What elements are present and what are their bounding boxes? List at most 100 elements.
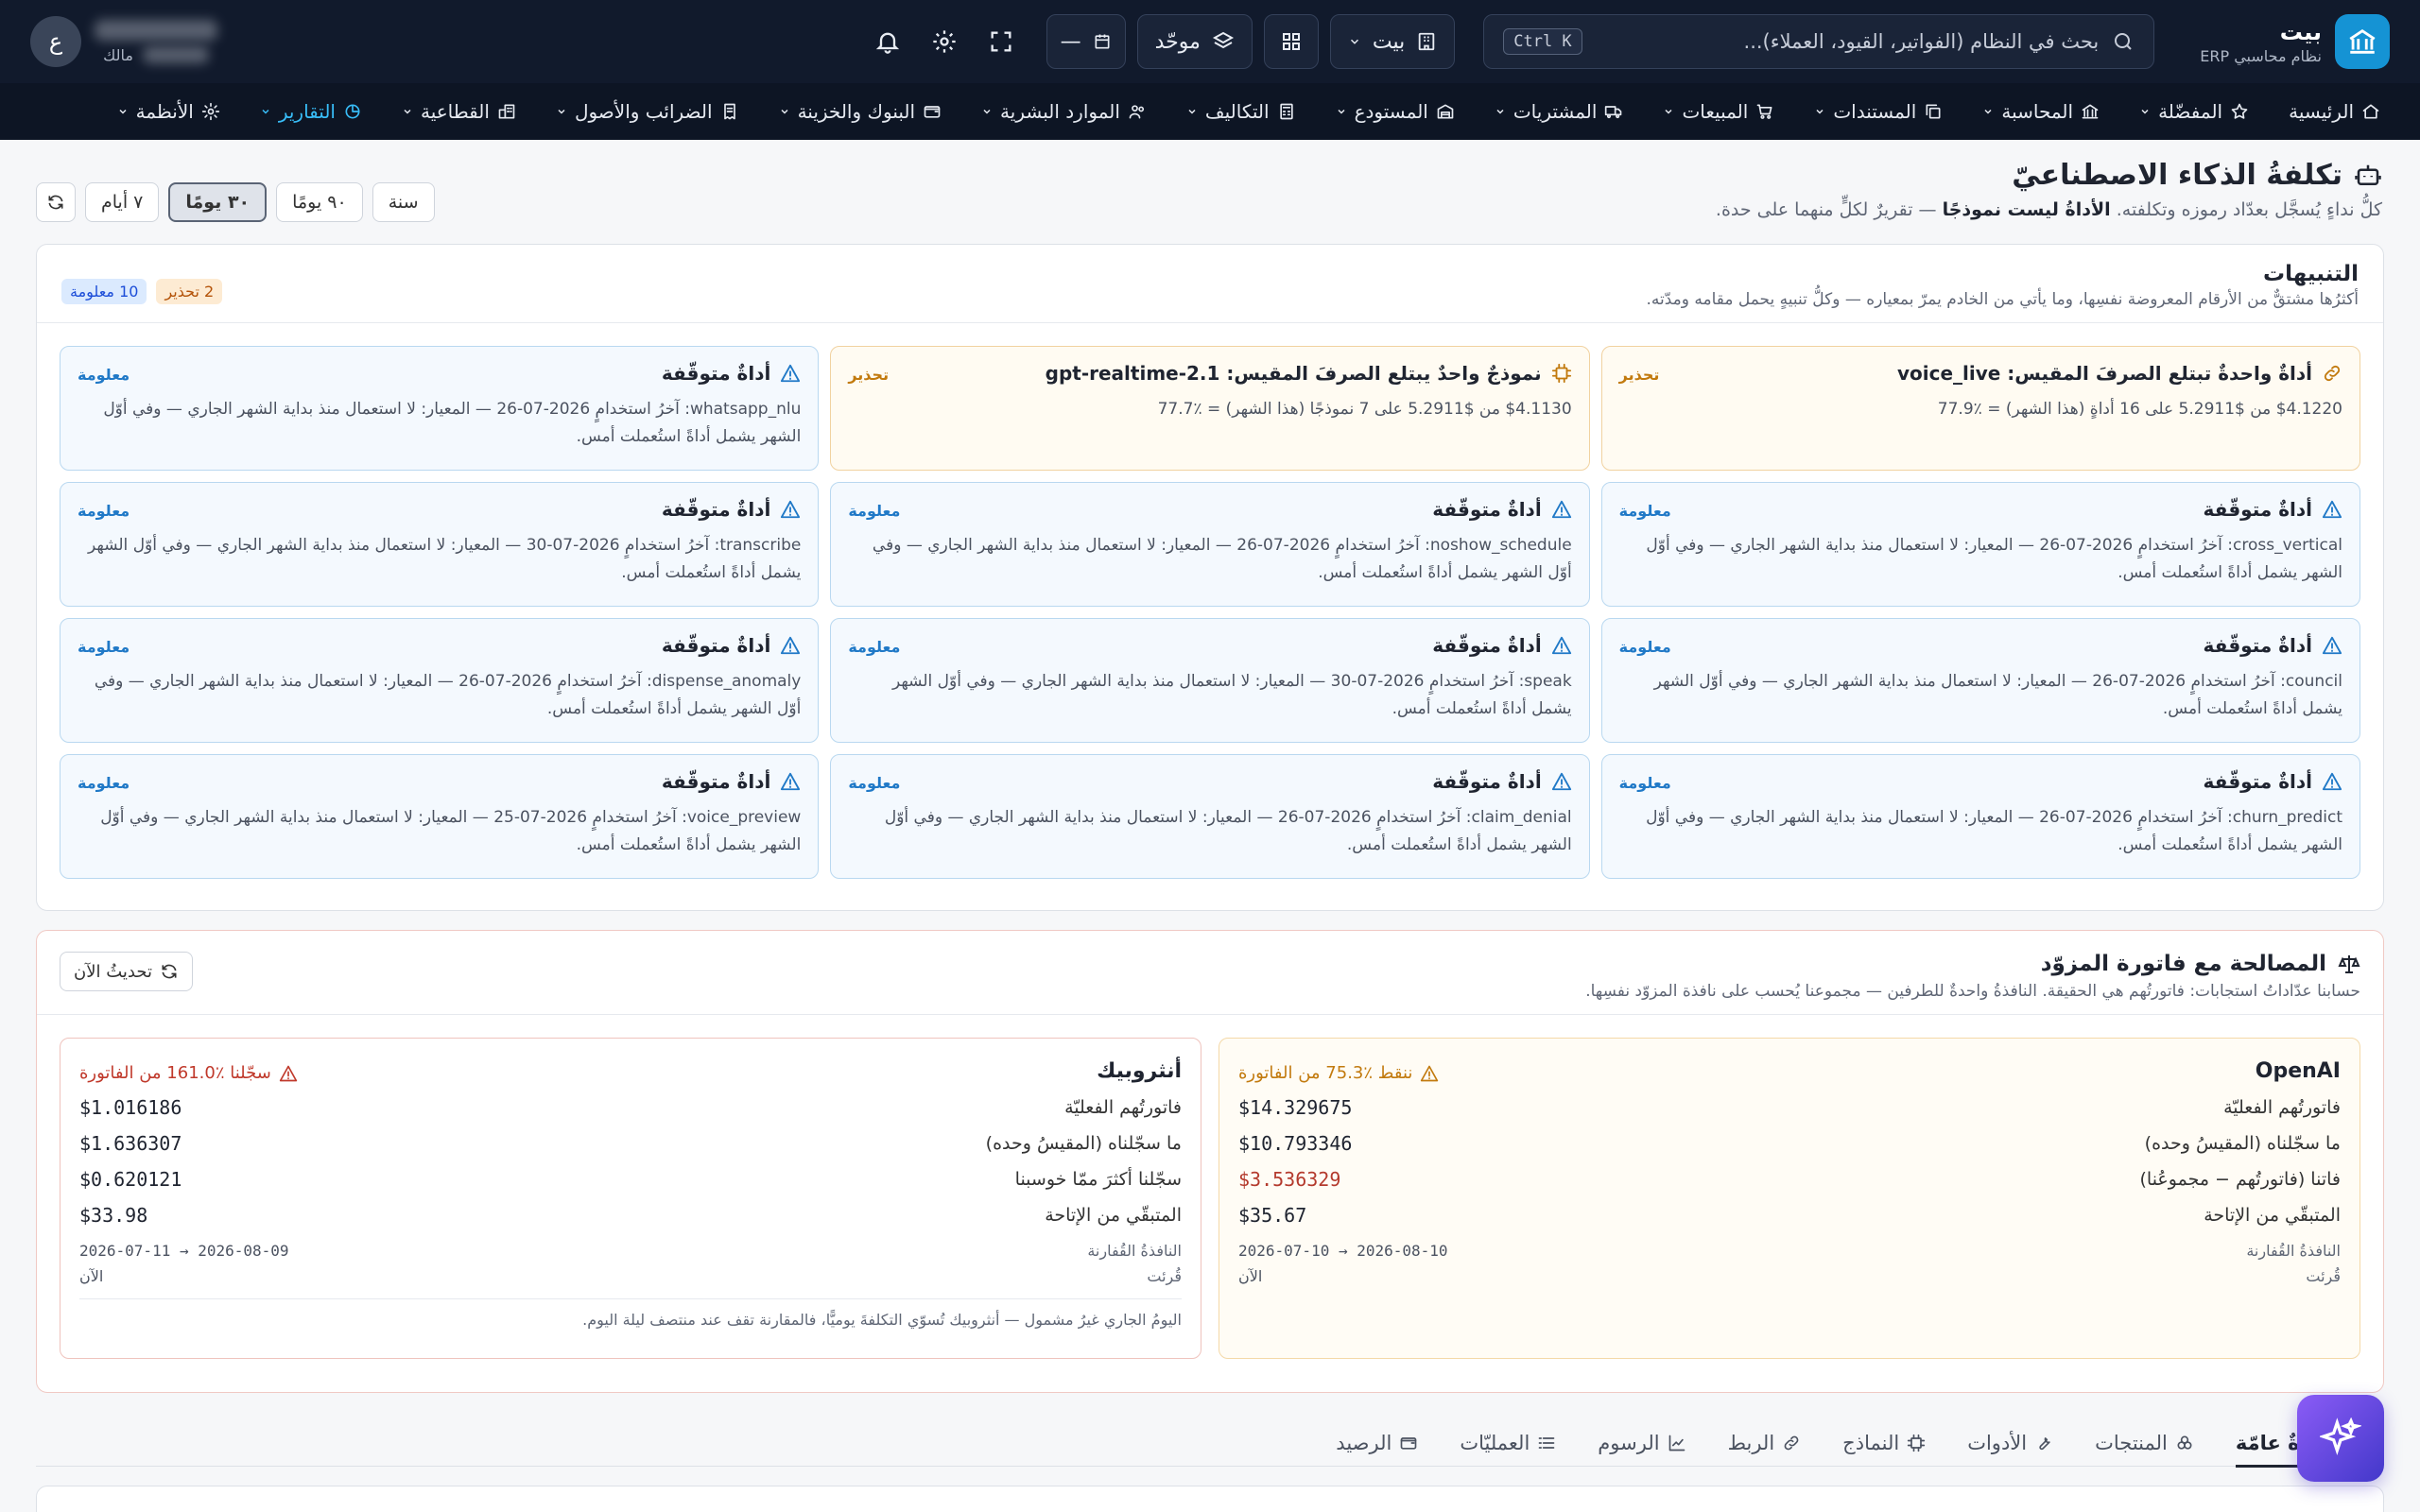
alert-body: $4.1220 من $5.2911 على 16 أداةٍ (هذا الش… — [1937, 400, 2342, 419]
alert-card[interactable]: نموذجٌ واحدٌ يبتلع الصرفَ المقيس: gpt-re… — [830, 346, 1590, 471]
nav-item-6[interactable]: المستودع — [1336, 100, 1455, 123]
vendor-read-row: قُرئت الآن — [1238, 1267, 2341, 1285]
fullscreen-icon — [988, 28, 1014, 55]
tab-1[interactable]: المنتجات — [2095, 1419, 2194, 1467]
vendor-row: فاتنا (فاتورتُهم − مجموعُنا) $3.536329 — [1238, 1168, 2341, 1191]
user-role: مالك — [103, 45, 133, 64]
range-option-2[interactable]: ٩٠ يومًا — [276, 182, 363, 222]
nav-item-7[interactable]: التكاليف — [1186, 100, 1296, 123]
receipt-icon — [720, 102, 739, 121]
tab-7[interactable]: الرصيد — [1336, 1419, 1418, 1467]
nav-item-9[interactable]: البنوك والخزينة — [779, 100, 942, 123]
nav-item-12[interactable]: التقارير — [260, 100, 362, 123]
nav-item-label: المفضّلة — [2158, 100, 2223, 123]
vendor-row-label: ما سجّلناه (المقيسُ وحده) — [985, 1133, 1182, 1154]
warn-count-badge: 2 تحذير — [156, 279, 223, 304]
chevron-down-icon — [1495, 106, 1506, 117]
chevron-down-icon — [1336, 106, 1347, 117]
alert-body: cross_vertical: آخرُ استخدامٍ 2026-07-26… — [1646, 536, 2342, 582]
wrench-icon — [2034, 1434, 2053, 1452]
nav-item-13[interactable]: الأنظمة — [117, 100, 220, 123]
alert-card[interactable]: أداةٌ متوقّفة معلومة speak: آخرُ استخدامٍ … — [830, 618, 1590, 743]
search-input[interactable]: بحث في النظام (الفواتير، القيود، العملاء… — [1483, 14, 2155, 69]
vendor-row: المتبقّي من الإتاحة $35.67 — [1238, 1204, 2341, 1227]
nav-item-2[interactable]: المحاسبة — [1982, 100, 2100, 123]
tab-4[interactable]: الربط — [1728, 1419, 1802, 1467]
alert-severity-tag: معلومة — [1618, 774, 1671, 792]
alert-severity-tag: معلومة — [848, 638, 901, 656]
nav-item-8[interactable]: الموارد البشرية — [981, 100, 1147, 123]
brand-subtitle: نظام محاسبي ERP — [2200, 46, 2322, 65]
nav-item-label: التقارير — [278, 100, 336, 123]
alert-card[interactable]: أداةٌ متوقّفة معلومة cross_vertical: آخرُ … — [1600, 482, 2360, 607]
alert-body: churn_predict: آخرُ استخدامٍ 2026-07-26 … — [1646, 808, 2342, 854]
fullscreen-button[interactable] — [978, 19, 1024, 64]
avatar[interactable]: ع — [30, 16, 81, 67]
vendor-card-ant: أنثروبيك سجّلنا ٪161.0 من الفاتورة فاتورتُ… — [60, 1038, 1201, 1359]
warning-icon — [2322, 499, 2342, 520]
read-value: الآن — [1238, 1267, 1263, 1285]
alert-card[interactable]: أداةٌ متوقّفة معلومة whatsapp_nlu: آخرُ اس… — [60, 346, 820, 471]
nav-item-1[interactable]: المفضّلة — [2139, 100, 2249, 123]
nav-item-label: المستندات — [1833, 100, 1917, 123]
alert-body: $4.1130 من $5.2911 على 7 نموذجًا (هذا ال… — [1157, 400, 1572, 419]
company-select[interactable]: بيت — [1329, 14, 1456, 69]
tab-6[interactable]: العمليّات — [1460, 1419, 1556, 1467]
tab-2[interactable]: الأدوات — [1967, 1419, 2053, 1467]
alert-severity-tag: تحذير — [848, 366, 890, 384]
range-option-0[interactable]: ٧ أيام — [85, 182, 160, 222]
alert-severity-tag: تحذير — [1618, 366, 1660, 384]
calculator-icon — [1277, 102, 1296, 121]
unified-view-button[interactable]: موحّد — [1136, 14, 1253, 69]
range-option-1[interactable]: ٣٠ يومًا — [168, 182, 268, 222]
alert-card[interactable]: أداةٌ متوقّفة معلومة dispense_anomaly: آخر… — [60, 618, 820, 743]
alert-card[interactable]: أداةٌ متوقّفة معلومة transcribe: آخرُ استخ… — [60, 482, 820, 607]
nav-item-0[interactable]: الرئيسية — [2289, 100, 2380, 123]
users-icon — [1128, 102, 1147, 121]
alert-card[interactable]: أداةٌ متوقّفة معلومة noshow_schedule: آخرُ… — [830, 482, 1590, 607]
nav-item-5[interactable]: المشتريات — [1495, 100, 1624, 123]
window-value: 2026-07-10 → 2026-08-10 — [1238, 1242, 1448, 1260]
vendor-row-label: سجّلنا أكثرَ ممّا خوسبنا — [1014, 1169, 1182, 1190]
nav-item-3[interactable]: المستندات — [1814, 100, 1943, 123]
refresh-now-button[interactable]: تحديثُ الآن — [60, 952, 193, 991]
alert-card[interactable]: أداةٌ متوقّفة معلومة council: آخرُ استخدام… — [1600, 618, 2360, 743]
alert-severity-tag: معلومة — [1618, 638, 1671, 656]
tab-5[interactable]: الرسوم — [1598, 1419, 1685, 1467]
apps-grid-button[interactable] — [1263, 14, 1319, 69]
tab-3[interactable]: النماذج — [1842, 1419, 1926, 1467]
alert-card[interactable]: أداةٌ متوقّفة معلومة claim_denial: آخرُ اس… — [830, 754, 1590, 879]
warning-icon — [2322, 771, 2342, 792]
alert-body: whatsapp_nlu: آخرُ استخدامٍ 2026-07-26 —… — [103, 400, 802, 446]
user-menu[interactable]: مالك ع — [30, 16, 217, 67]
alert-card[interactable]: أداةٌ متوقّفة معلومة voice_preview: آخرُ ا… — [60, 754, 820, 879]
alert-title: أداةٌ متوقّفة — [2203, 498, 2312, 521]
nav-item-11[interactable]: القطاعية — [402, 100, 516, 123]
grid-icon — [1280, 30, 1303, 53]
alert-card[interactable]: أداةٌ واحدةٌ تبتلع الصرفَ المقيس: voice_… — [1600, 346, 2360, 471]
ai-assistant-button[interactable] — [2297, 1395, 2384, 1482]
range-option-3[interactable]: سنة — [372, 182, 435, 222]
brand[interactable]: بيت نظام محاسبي ERP — [2200, 14, 2390, 69]
robot-icon — [2354, 162, 2382, 190]
wallet-icon — [923, 102, 942, 121]
vendor-row: فاتورتُهم الفعليّة $1.016186 — [79, 1096, 1182, 1119]
nav-item-4[interactable]: المبيعات — [1663, 100, 1774, 123]
warning-icon — [279, 1064, 298, 1083]
notifications-button[interactable] — [865, 19, 910, 64]
chevron-down-icon — [117, 106, 129, 117]
alerts-title: التنبيهات — [2262, 262, 2359, 286]
warning-icon — [780, 635, 801, 656]
refresh-range-button[interactable] — [36, 182, 76, 222]
alerts-card: التنبيهات أكثرُها مشتقٌّ من الأرقام المع… — [36, 244, 2384, 911]
alert-title: أداةٌ متوقّفة — [661, 634, 771, 657]
home-icon — [2361, 102, 2380, 121]
alert-card[interactable]: أداةٌ متوقّفة معلومة churn_predict: آخرُ ا… — [1600, 754, 2360, 879]
date-picker[interactable]: — — [1046, 14, 1126, 69]
settings-button[interactable] — [922, 19, 967, 64]
gear-icon — [201, 102, 220, 121]
subtitle-pre: كلُّ نداءٍ يُسجَّل بعدّاد رموزه وتكلفته. — [2116, 199, 2382, 220]
building-icon — [1416, 31, 1437, 52]
alert-body: dispense_anomaly: آخرُ استخدامٍ 2026-07-… — [94, 672, 802, 718]
nav-item-10[interactable]: الضرائب والأصول — [556, 100, 739, 123]
